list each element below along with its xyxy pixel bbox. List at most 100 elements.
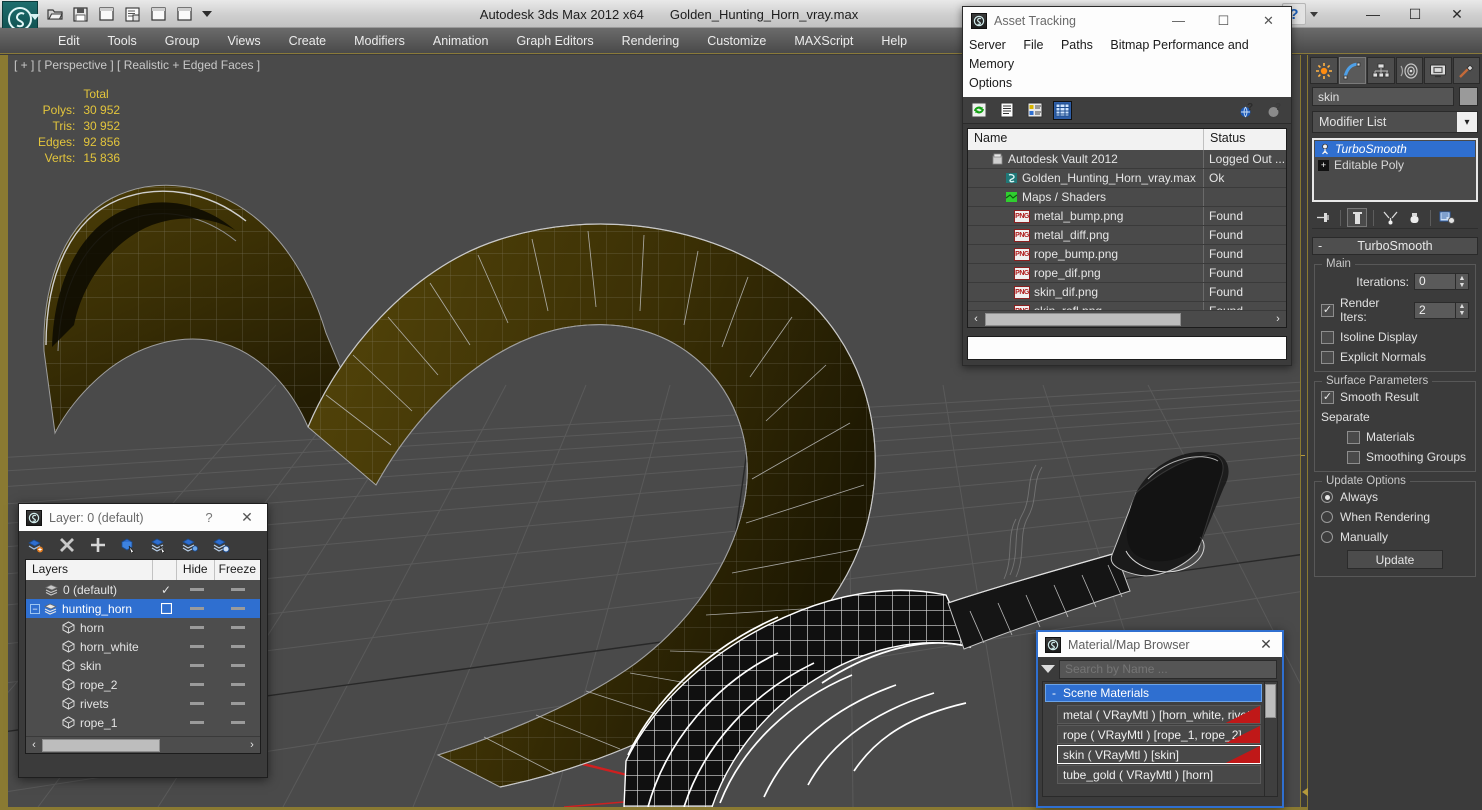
explicit-normals-row[interactable]: Explicit Normals xyxy=(1321,350,1469,364)
column-header-hide[interactable]: Hide xyxy=(177,560,215,580)
scroll-left-icon[interactable]: ‹ xyxy=(968,312,984,327)
configure-modifier-sets-button[interactable] xyxy=(1437,208,1457,227)
help-globe-icon[interactable]: ? xyxy=(1238,101,1257,120)
asset-menu-server[interactable]: Server xyxy=(969,38,1006,52)
menu-edit[interactable]: Edit xyxy=(44,28,94,54)
collapse-icon[interactable]: - xyxy=(1318,239,1322,253)
command-panel-splitter[interactable] xyxy=(1300,55,1309,807)
layer-row-default[interactable]: 0 (default) ✓ xyxy=(26,580,260,599)
expand-icon[interactable]: + xyxy=(1318,159,1329,171)
show-end-result-button[interactable] xyxy=(1347,208,1367,227)
scrollbar-thumb[interactable] xyxy=(42,738,160,752)
iterations-spinner[interactable]: 0 ▲ ▼ xyxy=(1414,273,1469,290)
help-dropdown-icon[interactable] xyxy=(1310,12,1318,17)
hide-toggle[interactable] xyxy=(178,721,216,724)
command-panel[interactable]: skin Modifier List ▾ TurboSmooth + Edita… xyxy=(1308,55,1482,810)
select-objects-in-layer-icon[interactable] xyxy=(120,537,137,554)
material-map-browser[interactable]: Material/Map Browser ✕ - Scene Materials… xyxy=(1036,630,1284,808)
separate-materials-checkbox[interactable] xyxy=(1347,430,1360,444)
menu-animation[interactable]: Animation xyxy=(419,28,503,54)
table-row[interactable]: Autodesk Vault 2012 Logged Out ... xyxy=(968,150,1286,169)
material-item-rope[interactable]: rope ( VRayMtl ) [rope_1, rope_2] xyxy=(1057,725,1261,744)
render-iters-checkbox[interactable]: ✓ xyxy=(1321,303,1334,317)
quick-access-toolbar[interactable] xyxy=(44,3,212,25)
hide-toggle[interactable] xyxy=(178,683,216,686)
close-button[interactable]: ✕ xyxy=(1436,1,1478,27)
menu-modifiers[interactable]: Modifiers xyxy=(340,28,419,54)
table-row[interactable]: PNG metal_bump.png Found xyxy=(968,207,1286,226)
menu-graph-editors[interactable]: Graph Editors xyxy=(502,28,607,54)
update-always-row[interactable]: Always xyxy=(1321,490,1469,504)
quick-access-dropdown-icon[interactable] xyxy=(202,11,212,17)
asset-menu-bitmap-performance[interactable]: Bitmap Performance and Memory xyxy=(969,38,1249,71)
minimize-button[interactable]: — xyxy=(1352,1,1394,27)
freeze-toggle[interactable] xyxy=(216,645,260,648)
update-manually-row[interactable]: Manually xyxy=(1321,530,1469,544)
display-tab[interactable] xyxy=(1424,57,1452,84)
scrollbar-thumb[interactable] xyxy=(985,312,1181,326)
save-file-icon[interactable] xyxy=(70,4,91,25)
asset-tracking-table[interactable]: Name Status Autodesk Vault 2012 Logged O… xyxy=(967,128,1287,328)
asset-menu-paths[interactable]: Paths xyxy=(1061,38,1093,52)
column-header-current[interactable] xyxy=(153,560,177,580)
asset-menu-options[interactable]: Options xyxy=(969,76,1012,90)
asset-minimize-button[interactable]: — xyxy=(1156,7,1201,34)
application-menu-caret-icon[interactable] xyxy=(30,14,40,20)
create-new-layer-icon[interactable] xyxy=(27,537,44,554)
remove-modifier-button[interactable] xyxy=(1404,208,1424,227)
add-selection-to-layer-icon[interactable] xyxy=(89,537,106,554)
asset-tracking-toolbar[interactable]: ? ? xyxy=(963,97,1291,124)
current-layer-check[interactable] xyxy=(154,603,178,614)
collapse-icon[interactable]: - xyxy=(1052,686,1056,700)
asset-tracking-window-controls[interactable]: — ☐ ✕ xyxy=(1156,7,1291,34)
material-list-body[interactable]: - Scene Materials metal ( VRayMtl ) [hor… xyxy=(1042,681,1278,797)
layer-object-row[interactable]: rope_1 xyxy=(26,713,260,732)
menu-help[interactable]: Help xyxy=(867,28,921,54)
command-panel-tabs[interactable] xyxy=(1308,55,1482,85)
scroll-right-icon[interactable]: › xyxy=(244,738,260,753)
freeze-toggle[interactable] xyxy=(216,683,260,686)
create-tab[interactable] xyxy=(1310,57,1338,84)
freeze-toggle[interactable] xyxy=(216,607,260,610)
object-name-field[interactable]: skin xyxy=(1312,87,1454,106)
explicit-normals-checkbox[interactable] xyxy=(1321,350,1334,364)
freeze-toggle[interactable] xyxy=(216,664,260,667)
scroll-right-icon[interactable]: › xyxy=(1270,312,1286,327)
menu-maxscript[interactable]: MAXScript xyxy=(780,28,867,54)
update-button[interactable]: Update xyxy=(1347,550,1443,569)
layer-object-row[interactable]: rope_2 xyxy=(26,675,260,694)
object-name-row[interactable]: skin xyxy=(1308,85,1482,106)
list-view-icon[interactable] xyxy=(997,101,1016,120)
hide-toggle[interactable] xyxy=(178,626,216,629)
layer-properties-icon[interactable] xyxy=(213,537,230,554)
scene-materials-group-header[interactable]: - Scene Materials xyxy=(1045,684,1262,702)
layer-row-hunting-horn[interactable]: − hunting_horn xyxy=(26,599,260,618)
update-manually-radio[interactable] xyxy=(1321,531,1333,543)
render-iters-spinner[interactable]: 2 ▲ ▼ xyxy=(1414,301,1469,319)
open-file-icon[interactable] xyxy=(44,4,65,25)
menu-tools[interactable]: Tools xyxy=(94,28,151,54)
spinner-arrows-icon[interactable]: ▲ ▼ xyxy=(1456,301,1469,319)
layer-help-button[interactable]: ? xyxy=(191,510,227,525)
layer-dialog[interactable]: Layer: 0 (default) ? ✕ Layers Hide Freez… xyxy=(18,503,268,778)
new-scene-icon[interactable] xyxy=(148,4,169,25)
iterations-row[interactable]: Iterations: 0 ▲ ▼ xyxy=(1321,273,1469,290)
menu-rendering[interactable]: Rendering xyxy=(608,28,694,54)
freeze-toggle[interactable] xyxy=(216,588,260,591)
hide-toggle[interactable] xyxy=(178,664,216,667)
render-iters-row[interactable]: ✓ Render Iters: 2 ▲ ▼ xyxy=(1321,296,1469,324)
render-iters-value[interactable]: 2 xyxy=(1414,301,1456,319)
material-list[interactable]: - Scene Materials metal ( VRayMtl ) [hor… xyxy=(1043,682,1264,796)
layer-object-row[interactable]: skin xyxy=(26,656,260,675)
search-input[interactable] xyxy=(1059,659,1277,679)
make-unique-button[interactable] xyxy=(1380,208,1400,227)
smooth-result-checkbox[interactable]: ✓ xyxy=(1321,390,1334,404)
refresh-icon[interactable] xyxy=(969,101,988,120)
window-controls[interactable]: — ☐ ✕ xyxy=(1352,0,1478,28)
material-item-metal[interactable]: metal ( VRayMtl ) [horn_white, rivets] xyxy=(1057,705,1261,724)
smooth-result-row[interactable]: ✓ Smooth Result xyxy=(1321,390,1469,404)
collapse-icon[interactable]: − xyxy=(30,603,40,614)
hide-toggle[interactable] xyxy=(178,607,216,610)
layer-list-table[interactable]: Layers Hide Freeze 0 (default) ✓ − hunti… xyxy=(25,559,261,754)
column-header-name[interactable]: Name xyxy=(968,129,1204,150)
